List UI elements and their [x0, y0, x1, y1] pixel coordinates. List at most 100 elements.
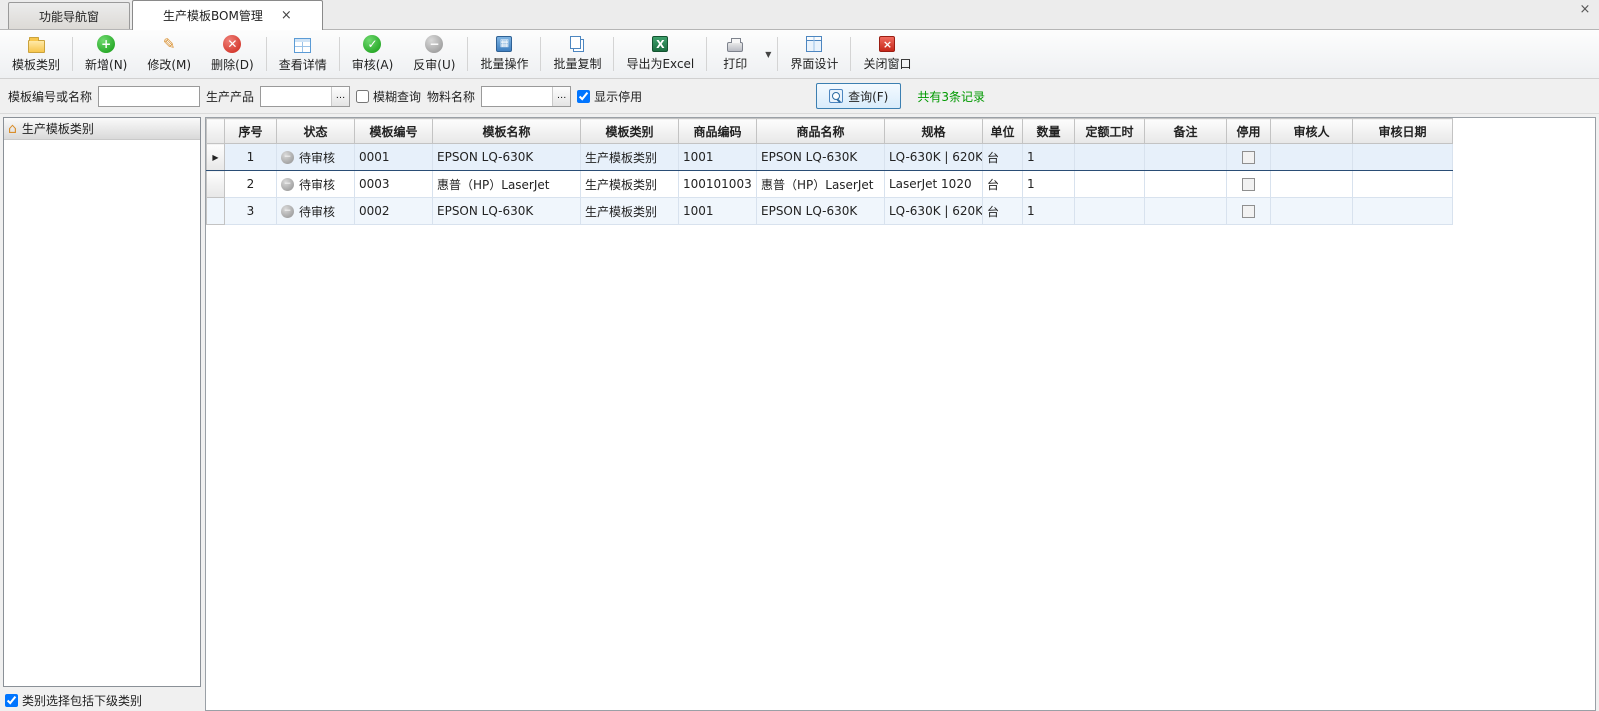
- export-excel-button[interactable]: X 导出为Excel: [616, 32, 704, 76]
- cell-qty: 1: [1023, 171, 1075, 198]
- row-selector-cell[interactable]: ▶: [207, 144, 225, 171]
- home-icon: ⌂: [8, 122, 17, 136]
- fuzzy-search-option[interactable]: 模糊查询: [356, 88, 421, 105]
- toolbar-separator: [339, 37, 340, 71]
- category-tree-panel: ⌂ 生产模板类别: [3, 117, 201, 687]
- show-disabled-checkbox[interactable]: [577, 90, 590, 103]
- tab-bom-management[interactable]: 生产模板BOM管理 ×: [132, 0, 323, 30]
- row-selector-cell[interactable]: [207, 171, 225, 198]
- cell-disabled: [1227, 144, 1271, 171]
- close-window-icon: ×: [879, 36, 895, 52]
- pencil-icon: ✎: [160, 35, 178, 53]
- column-header[interactable]: 模板类别: [581, 119, 679, 144]
- material-combo: …: [481, 86, 571, 107]
- pending-status-icon: −: [281, 178, 294, 191]
- cell-status: − 待审核: [277, 171, 355, 198]
- audit-button[interactable]: ✓ 审核(A): [342, 32, 404, 76]
- column-header[interactable]: 数量: [1023, 119, 1075, 144]
- cell-product-name: EPSON LQ-630K: [757, 198, 885, 225]
- toolbar-separator: [777, 37, 778, 71]
- view-detail-button[interactable]: 查看详情: [269, 32, 337, 76]
- column-header[interactable]: 模板编号: [355, 119, 433, 144]
- cell-qty: 1: [1023, 144, 1075, 171]
- show-disabled-label: 显示停用: [594, 88, 642, 105]
- column-header[interactable]: 停用: [1227, 119, 1271, 144]
- table-row[interactable]: 2 − 待审核 0003 惠普（HP）LaserJet 生产模板类别 10010…: [207, 171, 1453, 198]
- export-excel-label: 导出为Excel: [626, 55, 694, 72]
- detail-table-icon: [294, 38, 311, 53]
- cell-audit-date: [1353, 198, 1453, 225]
- show-disabled-option[interactable]: 显示停用: [577, 88, 642, 105]
- cell-hours: [1075, 144, 1145, 171]
- cell-status: − 待审核: [277, 198, 355, 225]
- cell-disabled: [1227, 198, 1271, 225]
- cell-category: 生产模板类别: [581, 198, 679, 225]
- cell-unit: 台: [983, 198, 1023, 225]
- print-dropdown-caret[interactable]: ▼: [761, 32, 775, 76]
- disabled-checkbox[interactable]: [1242, 151, 1255, 164]
- column-header[interactable]: 备注: [1145, 119, 1227, 144]
- query-button[interactable]: 查询(F): [816, 83, 901, 109]
- template-code-input[interactable]: [98, 86, 200, 107]
- excel-icon: X: [652, 36, 668, 52]
- column-header[interactable]: 序号: [225, 119, 277, 144]
- window-close-icon[interactable]: ×: [1577, 2, 1593, 18]
- tab-function-nav[interactable]: 功能导航窗: [8, 2, 130, 29]
- add-button[interactable]: + 新增(N): [75, 32, 137, 76]
- table-row[interactable]: 3 − 待审核 0002 EPSON LQ-630K 生产模板类别 1001 E…: [207, 198, 1453, 225]
- batch-copy-button[interactable]: 批量复制: [543, 32, 611, 76]
- cell-unit: 台: [983, 144, 1023, 171]
- row-selector-cell[interactable]: [207, 198, 225, 225]
- column-header[interactable]: 商品编码: [679, 119, 757, 144]
- column-header[interactable]: 审核日期: [1353, 119, 1453, 144]
- status-text: 待审核: [299, 176, 335, 193]
- cell-remark: [1145, 144, 1227, 171]
- cell-no: 2: [225, 171, 277, 198]
- sidebar-footer: 类别选择包括下级类别: [3, 687, 201, 711]
- cell-auditor: [1271, 198, 1353, 225]
- cell-remark: [1145, 171, 1227, 198]
- tree-node-root[interactable]: ⌂ 生产模板类别: [4, 118, 200, 140]
- column-header[interactable]: 商品名称: [757, 119, 885, 144]
- column-header[interactable]: 模板名称: [433, 119, 581, 144]
- column-header[interactable]: 审核人: [1271, 119, 1353, 144]
- edit-label: 修改(M): [147, 56, 191, 73]
- delete-button[interactable]: ✕ 删除(D): [201, 32, 264, 76]
- fuzzy-search-checkbox[interactable]: [356, 90, 369, 103]
- tab-close-icon[interactable]: ×: [281, 8, 292, 23]
- cell-template-code: 0002: [355, 198, 433, 225]
- column-header[interactable]: 单位: [983, 119, 1023, 144]
- print-button[interactable]: 打印: [709, 32, 761, 76]
- column-header[interactable]: 规格: [885, 119, 983, 144]
- disabled-checkbox[interactable]: [1242, 205, 1255, 218]
- column-header[interactable]: 定额工时: [1075, 119, 1145, 144]
- material-browse-button[interactable]: …: [552, 87, 570, 106]
- product-input[interactable]: [261, 88, 331, 105]
- column-header[interactable]: 状态: [277, 119, 355, 144]
- cell-product-name: 惠普（HP）LaserJet: [757, 171, 885, 198]
- cell-template-name: EPSON LQ-630K: [433, 144, 581, 171]
- close-window-label: 关闭窗口: [863, 55, 911, 72]
- cell-disabled: [1227, 171, 1271, 198]
- status-text: 待审核: [299, 203, 335, 220]
- template-category-button[interactable]: 模板类别: [2, 32, 70, 76]
- ui-design-button[interactable]: 界面设计: [780, 32, 848, 76]
- unaudit-button[interactable]: − 反审(U): [403, 32, 465, 76]
- product-browse-button[interactable]: …: [331, 87, 349, 106]
- tab-bom-management-label: 生产模板BOM管理: [163, 7, 263, 24]
- cell-template-code: 0001: [355, 144, 433, 171]
- edit-button[interactable]: ✎ 修改(M): [137, 32, 201, 76]
- table-row[interactable]: ▶ 1 − 待审核 0001 EPSON LQ-630K 生产模板类别 1001…: [207, 144, 1453, 171]
- folder-icon: [28, 40, 45, 53]
- cell-status: − 待审核: [277, 144, 355, 171]
- batch-operation-button[interactable]: ▦ 批量操作: [470, 32, 538, 76]
- status-text: 待审核: [299, 149, 335, 166]
- cell-product-code: 1001: [679, 198, 757, 225]
- close-window-button[interactable]: × 关闭窗口: [853, 32, 921, 76]
- disabled-checkbox[interactable]: [1242, 178, 1255, 191]
- cell-no: 1: [225, 144, 277, 171]
- include-subcategory-checkbox[interactable]: [5, 694, 18, 707]
- material-input[interactable]: [482, 88, 552, 105]
- batch-grid-icon: ▦: [496, 36, 512, 52]
- audit-label: 审核(A): [352, 56, 394, 73]
